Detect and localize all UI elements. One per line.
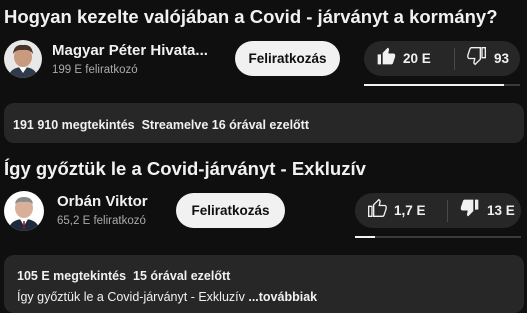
like-ratio-fill-1 bbox=[364, 84, 505, 86]
description-snippet-2: Így győztük le a Covid-járványt - Exkluz… bbox=[17, 290, 249, 304]
thumbs-up-icon bbox=[376, 46, 396, 71]
show-more-link[interactable]: ...továbbiak bbox=[248, 290, 317, 304]
video-title-1: Hogyan kezelte valójában a Covid - járvá… bbox=[4, 6, 498, 27]
dislike-count-2: 13 E bbox=[487, 203, 515, 218]
post-date-2: 15 órával ezelőtt bbox=[133, 269, 231, 283]
like-ratio-bar-2 bbox=[355, 236, 521, 238]
subscriber-count-1: 199 E feliratkozó bbox=[52, 64, 138, 76]
view-count-2: 105 E megtekintés bbox=[17, 269, 127, 283]
video-title-2: Így győztük le a Covid-járványt - Exkluz… bbox=[4, 158, 366, 179]
dislike-count-1: 93 bbox=[494, 51, 510, 66]
description-meta-1: 191 910 megtekintés Streamelve 16 órával… bbox=[13, 118, 309, 132]
dislike-button-1[interactable]: 93 bbox=[455, 41, 520, 76]
description-box-2[interactable]: 105 E megtekintés 15 órával ezelőtt Így … bbox=[4, 255, 524, 313]
channel-name-1[interactable]: Magyar Péter Hivata... bbox=[52, 42, 208, 59]
dislike-button-2[interactable]: 13 E bbox=[448, 193, 521, 228]
like-dislike-pill-2: 1,7 E 13 E bbox=[355, 193, 521, 228]
like-button-1[interactable]: 20 E bbox=[364, 41, 454, 76]
subscribe-button-1[interactable]: Feliratkozás bbox=[235, 41, 340, 76]
like-button-2[interactable]: 1,7 E bbox=[355, 193, 447, 228]
thumbs-up-icon bbox=[367, 198, 387, 223]
channel-avatar-1[interactable] bbox=[4, 40, 42, 78]
like-count-2: 1,7 E bbox=[394, 203, 426, 218]
view-count-1: 191 910 megtekintés bbox=[13, 118, 135, 132]
subscriber-count-2: 65,2 E feliratkozó bbox=[57, 215, 146, 227]
thumbs-down-icon bbox=[467, 46, 487, 71]
description-text-2: Így győztük le a Covid-járványt - Exkluz… bbox=[17, 290, 317, 304]
thumbs-down-icon bbox=[460, 198, 480, 223]
channel-name-2[interactable]: Orbán Viktor bbox=[57, 193, 148, 210]
description-box-1[interactable]: 191 910 megtekintés Streamelve 16 órával… bbox=[4, 103, 524, 143]
subscribe-button-2[interactable]: Feliratkozás bbox=[176, 193, 285, 228]
stream-date-1: Streamelve 16 órával ezelőtt bbox=[141, 118, 310, 132]
like-dislike-pill-1: 20 E 93 bbox=[364, 41, 520, 76]
description-meta-2: 105 E megtekintés 15 órával ezelőtt bbox=[17, 269, 230, 283]
like-ratio-fill-2 bbox=[355, 236, 375, 238]
channel-avatar-2[interactable] bbox=[4, 191, 44, 231]
like-count-1: 20 E bbox=[403, 51, 431, 66]
like-ratio-bar-1 bbox=[364, 84, 520, 86]
